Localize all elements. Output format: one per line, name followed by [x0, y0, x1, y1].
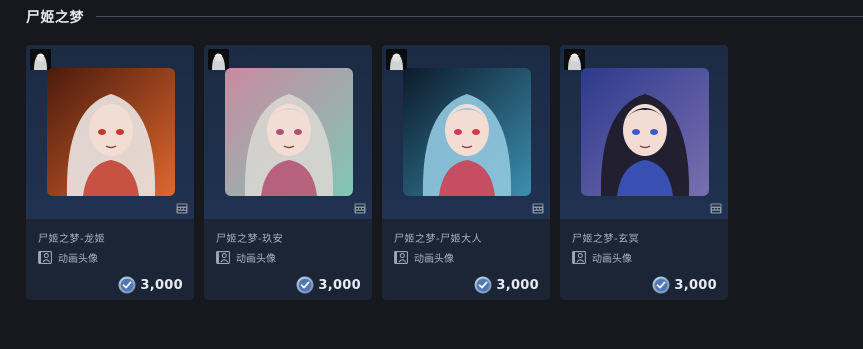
- points-coin-icon: [474, 276, 492, 294]
- item-card[interactable]: 尸姬之梦-尸姬大人 动画头像 3,000: [382, 45, 550, 300]
- animated-avatar-type-icon: [572, 250, 586, 264]
- animated-avatar-art[interactable]: [47, 68, 175, 196]
- preview-area[interactable]: [26, 45, 194, 219]
- animated-avatar-art[interactable]: [581, 68, 709, 196]
- points-coin-icon: [118, 276, 136, 294]
- animated-avatar-type-icon: [394, 250, 408, 264]
- animated-film-icon: [176, 203, 188, 214]
- item-name[interactable]: 尸姬之梦-玖安: [216, 230, 283, 245]
- item-card[interactable]: 尸姬之梦-龙姬 动画头像 3,000: [26, 45, 194, 300]
- small-avatar-preview: [208, 49, 229, 70]
- item-card[interactable]: 尸姬之梦-玖安 动画头像 3,000: [204, 45, 372, 300]
- price-value: 3,000: [496, 277, 539, 293]
- price-value: 3,000: [674, 277, 717, 293]
- item-type-label: 动画头像: [592, 253, 632, 265]
- animated-film-icon: [710, 203, 722, 214]
- section-header: 尸姬之梦: [26, 6, 863, 28]
- price-tag[interactable]: 3,000: [118, 276, 183, 294]
- points-coin-icon: [296, 276, 314, 294]
- price-value: 3,000: [140, 277, 183, 293]
- price-tag[interactable]: 3,000: [652, 276, 717, 294]
- preview-area[interactable]: [560, 45, 728, 219]
- small-avatar-preview: [30, 49, 51, 70]
- small-avatar-preview: [564, 49, 585, 70]
- animated-avatar-type-icon: [38, 250, 52, 264]
- price-tag[interactable]: 3,000: [474, 276, 539, 294]
- price-tag[interactable]: 3,000: [296, 276, 361, 294]
- animated-film-icon: [532, 203, 544, 214]
- points-coin-icon: [652, 276, 670, 294]
- item-type: 动画头像: [38, 250, 98, 265]
- animated-avatar-art[interactable]: [225, 68, 353, 196]
- section-title: 尸姬之梦: [26, 10, 84, 26]
- item-type: 动画头像: [216, 250, 276, 265]
- item-type: 动画头像: [394, 250, 454, 265]
- item-type-label: 动画头像: [414, 253, 454, 265]
- item-type-label: 动画头像: [236, 253, 276, 265]
- item-name[interactable]: 尸姬之梦-龙姬: [38, 230, 105, 245]
- item-type: 动画头像: [572, 250, 632, 265]
- small-avatar-preview: [386, 49, 407, 70]
- item-card[interactable]: 尸姬之梦-玄冥 动画头像 3,000: [560, 45, 728, 300]
- item-type-label: 动画头像: [58, 253, 98, 265]
- item-name[interactable]: 尸姬之梦-玄冥: [572, 230, 639, 245]
- price-value: 3,000: [318, 277, 361, 293]
- preview-area[interactable]: [204, 45, 372, 219]
- preview-area[interactable]: [382, 45, 550, 219]
- animated-film-icon: [354, 203, 366, 214]
- item-name[interactable]: 尸姬之梦-尸姬大人: [394, 230, 482, 245]
- section-divider: [96, 16, 863, 17]
- animated-avatar-art[interactable]: [403, 68, 531, 196]
- animated-avatar-type-icon: [216, 250, 230, 264]
